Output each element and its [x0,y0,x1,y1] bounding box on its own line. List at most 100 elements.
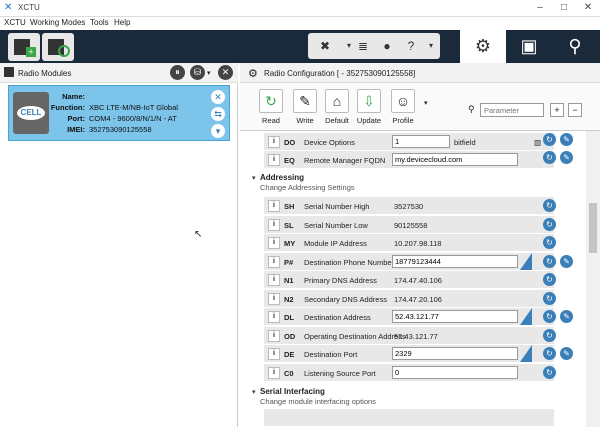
setting-code: EQ [284,156,295,165]
write-setting-icon[interactable]: ✎ [560,133,573,146]
info-icon[interactable]: i [268,255,280,268]
device-options-field[interactable] [392,135,450,148]
imei-label: IMEI: [67,125,85,134]
write-icon: ✎ [293,89,317,113]
collapse-icon[interactable]: ▾ [252,174,256,182]
serial-section-title[interactable]: Serial Interfacing [260,387,325,396]
window-title: XCTU [18,3,40,12]
default-label: Default [325,116,349,125]
profile-button[interactable]: ☺ Profile [388,89,418,125]
collapse-all-button[interactable]: − [568,103,582,117]
minimize-button[interactable]: – [528,1,552,15]
chevron-down-icon[interactable]: ▾ [207,69,211,77]
settings-scrollbar[interactable] [586,131,600,427]
menu-tools[interactable]: Tools [90,18,109,27]
default-button[interactable]: ⌂ Default [322,89,352,125]
refresh-setting-icon[interactable]: ↻ [543,273,556,286]
refresh-setting-icon[interactable]: ↻ [543,310,556,323]
refresh-setting-icon[interactable]: ↻ [543,328,556,342]
chat-icon[interactable]: ● [376,38,398,54]
setting-code: OD [284,331,296,341]
info-icon[interactable]: i [268,218,280,231]
remote-manager-fqdn-field[interactable] [392,153,518,166]
read-button[interactable]: ↻ Read [256,89,286,125]
refresh-setting-icon[interactable]: ↻ [543,291,556,305]
radio-modules-title: Radio Modules [18,69,72,78]
refresh-setting-icon[interactable]: ↻ [543,236,556,249]
addressing-section-title[interactable]: Addressing [260,173,304,182]
radio-module-card[interactable]: CELL Name: Function: XBC LTE-M/NB-IoT Gl… [8,85,230,141]
expand-all-button[interactable]: + [550,103,564,117]
refresh-setting-icon[interactable]: ↻ [543,199,556,212]
setting-code: P# [284,257,294,267]
serial-section-subtitle: Change module interfacing options [260,397,376,406]
read-label: Read [262,116,280,125]
menu-working-modes[interactable]: Working Modes [30,18,85,27]
setting-value-field[interactable] [392,254,518,268]
refresh-setting-icon[interactable]: ↻ [543,254,556,268]
tools-icon[interactable]: ✖ [314,38,336,54]
info-icon[interactable]: i [268,292,280,305]
expand-module-button[interactable]: ▾ [211,124,225,138]
info-icon[interactable]: i [268,329,280,342]
info-icon[interactable]: i [268,237,280,249]
setting-name: Secondary DNS Address [304,294,387,304]
write-label: Write [296,116,314,125]
refresh-setting-icon[interactable]: ↻ [543,217,556,231]
bitfield-editor-icon[interactable]: ▥ [534,138,541,147]
write-setting-icon[interactable]: ✎ [560,347,573,360]
menu-xctu[interactable]: XCTU [4,18,26,27]
chevron-down-icon[interactable]: ▾ [420,38,442,54]
info-icon[interactable]: i [268,274,280,286]
help-icon[interactable]: ? [400,38,422,54]
setting-value: 10.207.98.118 [394,239,442,248]
port-label: Port: [67,114,86,123]
factory-icon: ⌂ [325,89,349,113]
info-icon[interactable]: i [268,348,280,360]
refresh-setting-icon[interactable]: ↻ [543,365,556,379]
setting-name: Listening Source Port [304,368,376,378]
refresh-setting-icon[interactable]: ↻ [543,347,556,360]
write-setting-icon[interactable]: ✎ [560,151,573,164]
group-button[interactable]: ⛁ [190,65,205,80]
collapse-icon[interactable]: ▾ [252,388,256,396]
info-icon[interactable]: i [268,311,280,323]
svg-text:+: + [28,47,33,57]
setting-value-field[interactable] [392,310,518,323]
info-icon[interactable]: i [268,154,280,166]
tab-configuration[interactable]: ⚙ [460,30,506,63]
info-icon[interactable]: i [268,200,280,212]
remove-all-button[interactable]: ✕ [218,65,233,80]
download-icon: ⇩ [357,89,381,113]
info-icon[interactable]: i [268,136,280,148]
maximize-button[interactable]: □ [552,1,576,15]
write-setting-icon[interactable]: ✎ [560,254,573,268]
tab-consoles[interactable]: ▣ [506,30,552,63]
close-button[interactable]: ✕ [576,1,600,15]
scrollbar-thumb[interactable] [589,203,597,253]
parameter-search-input[interactable] [480,103,544,117]
function-value: XBC LTE-M/NB-IoT Global [89,103,178,112]
setting-value-field[interactable] [392,347,518,360]
info-icon[interactable]: i [268,366,280,379]
setting-name: Destination Port [304,350,358,359]
add-device-button[interactable]: + [8,33,40,61]
list-icon[interactable]: ≣ [352,38,374,54]
link-module-button[interactable]: ⇆ [211,107,225,121]
discover-devices-button[interactable] [42,33,74,61]
addressing-section-subtitle: Change Addressing Settings [260,183,355,192]
refresh-setting-icon[interactable]: ↻ [543,151,556,164]
setting-value-field[interactable] [392,365,518,379]
imei-value: 352753090125558 [89,125,152,134]
menu-help[interactable]: Help [114,18,130,27]
chevron-down-icon[interactable]: ▾ [424,99,428,107]
refresh-setting-icon[interactable]: ↻ [543,133,556,146]
filter-button[interactable]: ⏸ [170,65,185,80]
update-button[interactable]: ⇩ Update [354,89,384,125]
write-setting-icon[interactable]: ✎ [560,310,573,323]
tab-network[interactable]: ⚲ [552,30,598,63]
setting-name: Primary DNS Address [304,276,377,285]
write-button[interactable]: ✎ Write [290,89,320,125]
radio-modules-panel: Radio Modules ⏸ ⛁ ▾ ✕ CELL Name: Functio… [0,63,238,427]
remove-module-button[interactable]: ✕ [211,90,225,104]
